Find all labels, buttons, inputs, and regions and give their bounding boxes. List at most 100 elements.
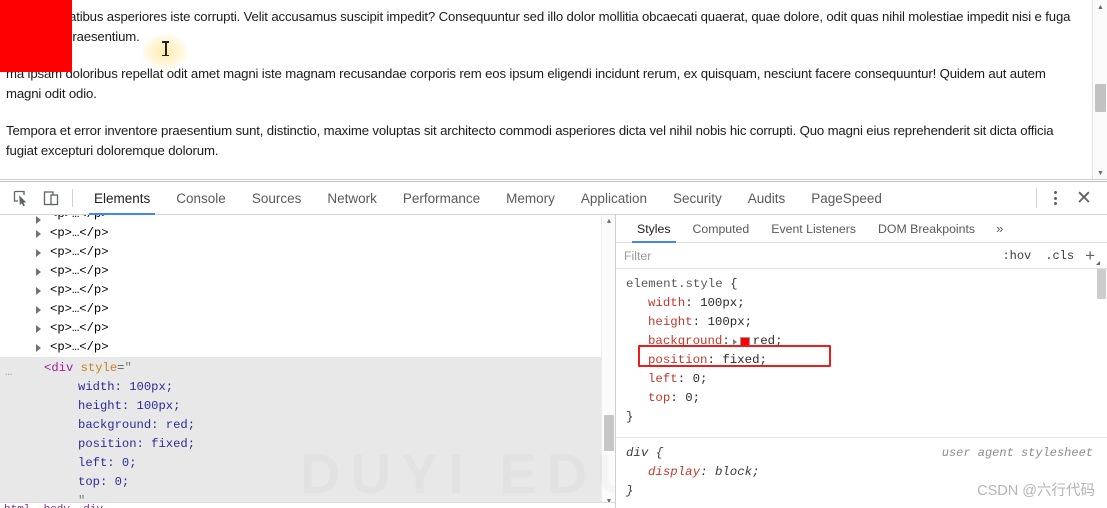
new-style-rule-button[interactable]: +	[1081, 247, 1101, 265]
css-value[interactable]: 100px;	[708, 313, 753, 332]
more-tabs-icon[interactable]: »	[988, 221, 1011, 236]
tab-memory[interactable]: Memory	[493, 182, 568, 215]
devtools-main: DUYI EDUCATION <p>…</p> <p>…</p> <p>…</p…	[0, 215, 1107, 508]
tab-dom-breakpoints[interactable]: DOM Breakpoints	[867, 215, 986, 243]
css-declaration-highlighted[interactable]: position : fixed;	[626, 351, 1107, 370]
dom-node-row[interactable]: <p>…</p>	[0, 300, 615, 319]
dom-node-open-tag: <div style = "	[0, 359, 615, 378]
tab-security[interactable]: Security	[660, 182, 735, 215]
dom-tree-scrollbar[interactable]: ▲ ▼	[601, 215, 615, 508]
css-declaration[interactable]: left : 0;	[626, 370, 1107, 389]
dom-selected-node[interactable]: … <div style = " width: 100px; height: 1…	[0, 357, 615, 508]
tab-styles[interactable]: Styles	[626, 215, 682, 243]
css-declaration[interactable]: height : 100px;	[626, 313, 1107, 332]
expand-triangle-icon[interactable]	[36, 248, 41, 257]
tab-audits[interactable]: Audits	[735, 182, 799, 215]
rule-selector[interactable]: element.style	[626, 275, 723, 294]
rule-selector-line: element.style {	[626, 275, 1107, 294]
expand-color-triangle-icon[interactable]	[732, 338, 737, 345]
styles-scrollbar-thumb[interactable]	[1097, 269, 1106, 299]
device-toolbar-icon[interactable]	[36, 185, 66, 211]
paragraph: emo voluptatibus asperiores iste corrupt…	[6, 9, 1071, 44]
tab-elements[interactable]: Elements	[81, 182, 163, 215]
tab-computed[interactable]: Computed	[682, 215, 761, 243]
tab-pagespeed[interactable]: PageSpeed	[798, 182, 895, 215]
tab-console[interactable]: Console	[163, 182, 239, 215]
fixed-red-div[interactable]	[0, 0, 72, 72]
page-vertical-scrollbar[interactable]: ▲ ▼	[1092, 0, 1107, 179]
css-value[interactable]: 100px;	[700, 294, 745, 313]
expand-triangle-icon[interactable]	[36, 286, 41, 295]
expand-triangle-icon[interactable]	[36, 229, 41, 238]
styles-pane-scrollbar[interactable]	[1096, 269, 1107, 508]
dom-node-label: <p>…</p>	[50, 244, 109, 259]
style-declaration[interactable]: position: fixed;	[0, 435, 615, 454]
tab-performance[interactable]: Performance	[390, 182, 493, 215]
expand-triangle-icon[interactable]	[36, 343, 41, 352]
css-declaration[interactable]: top : 0;	[626, 389, 1107, 408]
node-overflow-dots[interactable]: …	[5, 363, 13, 382]
css-property[interactable]: width	[648, 294, 685, 313]
style-declaration[interactable]: height: 100px;	[0, 397, 615, 416]
dom-node-row[interactable]: <p>…</p>	[0, 338, 615, 357]
inspect-cursor-icon[interactable]	[6, 185, 36, 211]
dom-node-row[interactable]: <p>…</p>	[0, 262, 615, 281]
dom-breadcrumb[interactable]: html body div	[0, 502, 615, 508]
scroll-down-arrow-icon[interactable]: ▼	[1093, 166, 1107, 179]
expand-triangle-icon[interactable]	[36, 305, 41, 314]
close-icon[interactable]: ✕	[1069, 184, 1099, 212]
kebab-menu-icon[interactable]	[1041, 184, 1069, 212]
dom-scrollbar-thumb[interactable]	[604, 415, 614, 451]
webpage-viewport: emo voluptatibus asperiores iste corrupt…	[0, 0, 1107, 180]
css-value[interactable]: red;	[753, 332, 783, 351]
css-declaration[interactable]: width : 100px;	[626, 294, 1107, 313]
cls-button[interactable]: .cls	[1038, 249, 1081, 263]
csdn-watermark: CSDN @六行代码	[977, 483, 1095, 500]
styles-pane: Styles Computed Event Listeners DOM Brea…	[616, 215, 1107, 508]
css-property[interactable]: display	[648, 463, 700, 482]
color-swatch-group[interactable]	[732, 336, 750, 347]
tab-application[interactable]: Application	[568, 182, 660, 215]
css-value[interactable]: fixed;	[722, 351, 767, 370]
css-property[interactable]: height	[648, 313, 693, 332]
color-swatch[interactable]	[739, 336, 750, 347]
dom-node-row[interactable]: <p>…</p>	[0, 224, 615, 243]
page-scrollbar-thumb[interactable]	[1095, 84, 1106, 112]
close-brace: }	[626, 483, 634, 498]
scroll-up-arrow-icon[interactable]: ▲	[1093, 0, 1107, 14]
style-declaration[interactable]: left: 0;	[0, 454, 615, 473]
css-property[interactable]: top	[648, 389, 670, 408]
dom-node-row[interactable]: <p>…</p>	[0, 215, 615, 224]
declaration-text: height: 100px;	[78, 398, 181, 413]
styles-rules-container: element.style { width : 100px; height :	[616, 269, 1107, 508]
css-declaration[interactable]: display : block;	[626, 463, 1107, 482]
expand-triangle-icon[interactable]	[36, 324, 41, 333]
style-declaration[interactable]: background: red;	[0, 416, 615, 435]
dom-node-row[interactable]: <p>…</p>	[0, 243, 615, 262]
css-property[interactable]: background	[648, 332, 722, 351]
style-declaration[interactable]: width: 100px;	[0, 378, 615, 397]
css-value[interactable]: 0;	[693, 370, 708, 389]
css-property[interactable]: left	[648, 370, 678, 389]
tab-sources[interactable]: Sources	[239, 182, 315, 215]
style-declaration[interactable]: top: 0;	[0, 473, 615, 492]
expand-triangle-icon[interactable]	[36, 267, 41, 276]
css-property[interactable]: position	[648, 351, 708, 370]
css-value[interactable]: block;	[715, 463, 760, 482]
dom-node-label: <p>…</p>	[50, 225, 109, 240]
expand-triangle-icon[interactable]	[36, 215, 41, 224]
attribute-name[interactable]: style	[81, 359, 118, 378]
css-declaration[interactable]: background : red;	[626, 332, 1107, 351]
rule-selector[interactable]: div	[626, 444, 648, 463]
filter-input[interactable]	[624, 248, 996, 263]
tab-network[interactable]: Network	[314, 182, 390, 215]
hov-button[interactable]: :hov	[995, 249, 1038, 263]
dom-node-row[interactable]: <p>…</p>	[0, 281, 615, 300]
dom-node-label: <p>…</p>	[50, 320, 109, 335]
tab-event-listeners[interactable]: Event Listeners	[760, 215, 867, 243]
dom-tree-pane[interactable]: DUYI EDUCATION <p>…</p> <p>…</p> <p>…</p…	[0, 215, 615, 508]
css-value[interactable]: 0;	[685, 389, 700, 408]
dom-node-row[interactable]: <p>…</p>	[0, 319, 615, 338]
declaration-text: top: 0;	[78, 474, 130, 489]
scroll-up-arrow-icon[interactable]: ▲	[602, 215, 615, 229]
